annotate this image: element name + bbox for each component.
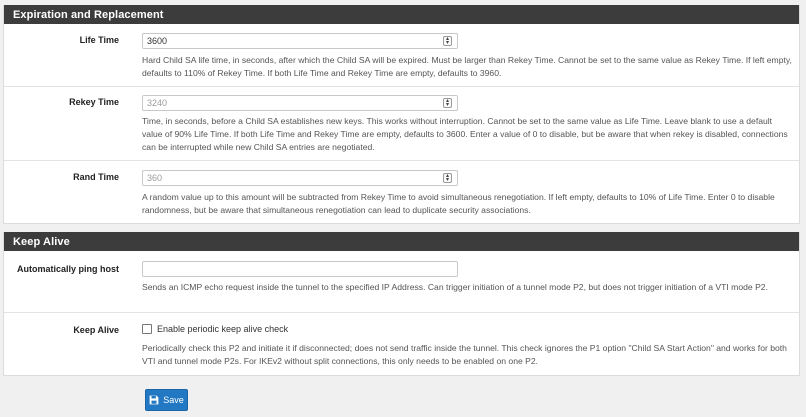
ping-host-input[interactable] bbox=[142, 261, 458, 277]
life-time-row: Life Time 3600 ▴ ▾ Hard Child SA life tim… bbox=[4, 24, 799, 87]
rekey-time-placeholder: 3240 bbox=[147, 98, 168, 108]
rekey-time-input[interactable]: 3240 ▴ ▾ bbox=[142, 95, 458, 111]
spinner-icon[interactable]: ▴ ▾ bbox=[443, 98, 452, 108]
life-time-field: 3600 ▴ ▾ bbox=[142, 33, 458, 49]
rekey-time-help: Time, in seconds, before a Child SA esta… bbox=[142, 116, 788, 152]
rand-time-help: A random value up to this amount will be… bbox=[142, 192, 775, 215]
life-time-help: Hard Child SA life time, in seconds, aft… bbox=[142, 55, 792, 78]
rekey-time-row: Rekey Time 3240 ▴ ▾ Time, in seconds, bef… bbox=[4, 87, 799, 161]
floppy-disk-icon bbox=[149, 395, 159, 405]
rand-time-input[interactable]: 360 ▴ ▾ bbox=[142, 170, 458, 186]
spinner-icon[interactable]: ▴ ▾ bbox=[443, 36, 452, 46]
keep-alive-checkbox-wrap[interactable]: Enable periodic keep alive check bbox=[142, 324, 288, 334]
keep-alive-checkbox[interactable] bbox=[142, 324, 152, 334]
keep-alive-field: Enable periodic keep alive check bbox=[142, 324, 288, 334]
ping-host-help: Sends an ICMP echo request inside the tu… bbox=[142, 282, 768, 292]
keep-alive-heading: Keep Alive bbox=[4, 232, 799, 251]
rand-time-label: Rand Time bbox=[73, 172, 119, 182]
rekey-time-label: Rekey Time bbox=[69, 97, 119, 107]
life-time-label: Life Time bbox=[79, 35, 119, 45]
life-time-value: 3600 bbox=[147, 36, 168, 46]
save-button[interactable]: Save bbox=[145, 389, 188, 411]
rand-time-row: Rand Time 360 ▴ ▾ A random value up to th… bbox=[4, 161, 799, 223]
keep-alive-row: Keep Alive Enable periodic keep alive ch… bbox=[4, 313, 799, 375]
save-label: Save bbox=[163, 395, 184, 405]
spinner-icon[interactable]: ▴ ▾ bbox=[443, 173, 452, 183]
keep-alive-panel: Keep Alive Automatically ping host Sends… bbox=[3, 232, 800, 376]
rand-time-placeholder: 360 bbox=[147, 173, 163, 183]
rand-time-field: 360 ▴ ▾ bbox=[142, 170, 458, 186]
life-time-input[interactable]: 3600 ▴ ▾ bbox=[142, 33, 458, 49]
keep-alive-help: Periodically check this P2 and initiate … bbox=[142, 343, 787, 366]
rekey-time-field: 3240 ▴ ▾ bbox=[142, 95, 458, 111]
keep-alive-checkbox-label: Enable periodic keep alive check bbox=[157, 324, 289, 334]
ping-host-row: Automatically ping host Sends an ICMP ec… bbox=[4, 251, 799, 313]
ping-host-label: Automatically ping host bbox=[16, 264, 119, 274]
ping-host-field bbox=[142, 261, 458, 277]
keep-alive-label: Keep Alive bbox=[73, 325, 119, 335]
expiration-heading: Expiration and Replacement bbox=[4, 5, 799, 24]
expiration-panel: Expiration and Replacement Life Time 360… bbox=[3, 5, 800, 224]
